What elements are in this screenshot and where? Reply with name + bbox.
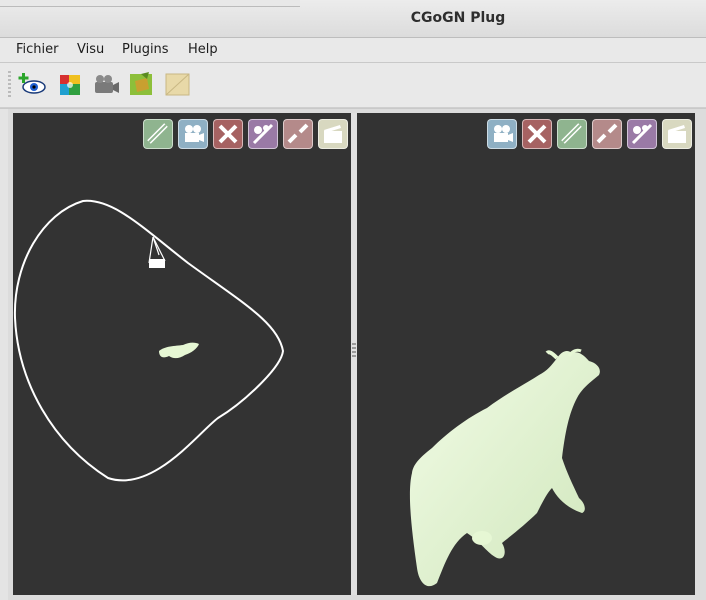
small-cow-mesh xyxy=(159,342,199,359)
load-map-button[interactable] xyxy=(127,69,157,99)
main-toolbar xyxy=(0,63,706,108)
background-window-strip xyxy=(0,0,300,7)
left-dock-edge xyxy=(0,109,8,600)
add-view-button[interactable] xyxy=(18,69,48,99)
window-titlebar: CGoGN Plug xyxy=(0,0,706,38)
menu-plugins[interactable]: Plugins xyxy=(122,42,169,57)
camera-path-curve xyxy=(13,199,285,482)
camera-button[interactable] xyxy=(91,69,121,99)
menu-fichier[interactable]: Fichier xyxy=(16,42,59,57)
puzzle-plugin-icon xyxy=(60,75,80,95)
cow-mesh xyxy=(409,348,600,587)
viewport-area xyxy=(8,109,706,600)
map-frame-icon xyxy=(165,73,190,96)
left-scene xyxy=(13,199,285,482)
toolbar-grip[interactable] xyxy=(8,71,11,97)
window-title: CGoGN Plug xyxy=(410,10,506,26)
menu-bar: Fichier Visu Plugins Help xyxy=(0,38,706,62)
map-load-icon xyxy=(130,72,152,95)
right-scene xyxy=(409,348,600,587)
view-right[interactable] xyxy=(357,113,695,595)
plugins-button[interactable] xyxy=(55,69,85,99)
eye-add-icon xyxy=(18,73,46,94)
splitter-handle[interactable] xyxy=(352,343,356,357)
menu-help[interactable]: Help xyxy=(188,42,218,57)
camera-icon xyxy=(95,75,119,93)
view-left[interactable] xyxy=(13,113,351,595)
map-frame-button[interactable] xyxy=(163,69,193,99)
menu-visu[interactable]: Visu xyxy=(77,42,104,57)
